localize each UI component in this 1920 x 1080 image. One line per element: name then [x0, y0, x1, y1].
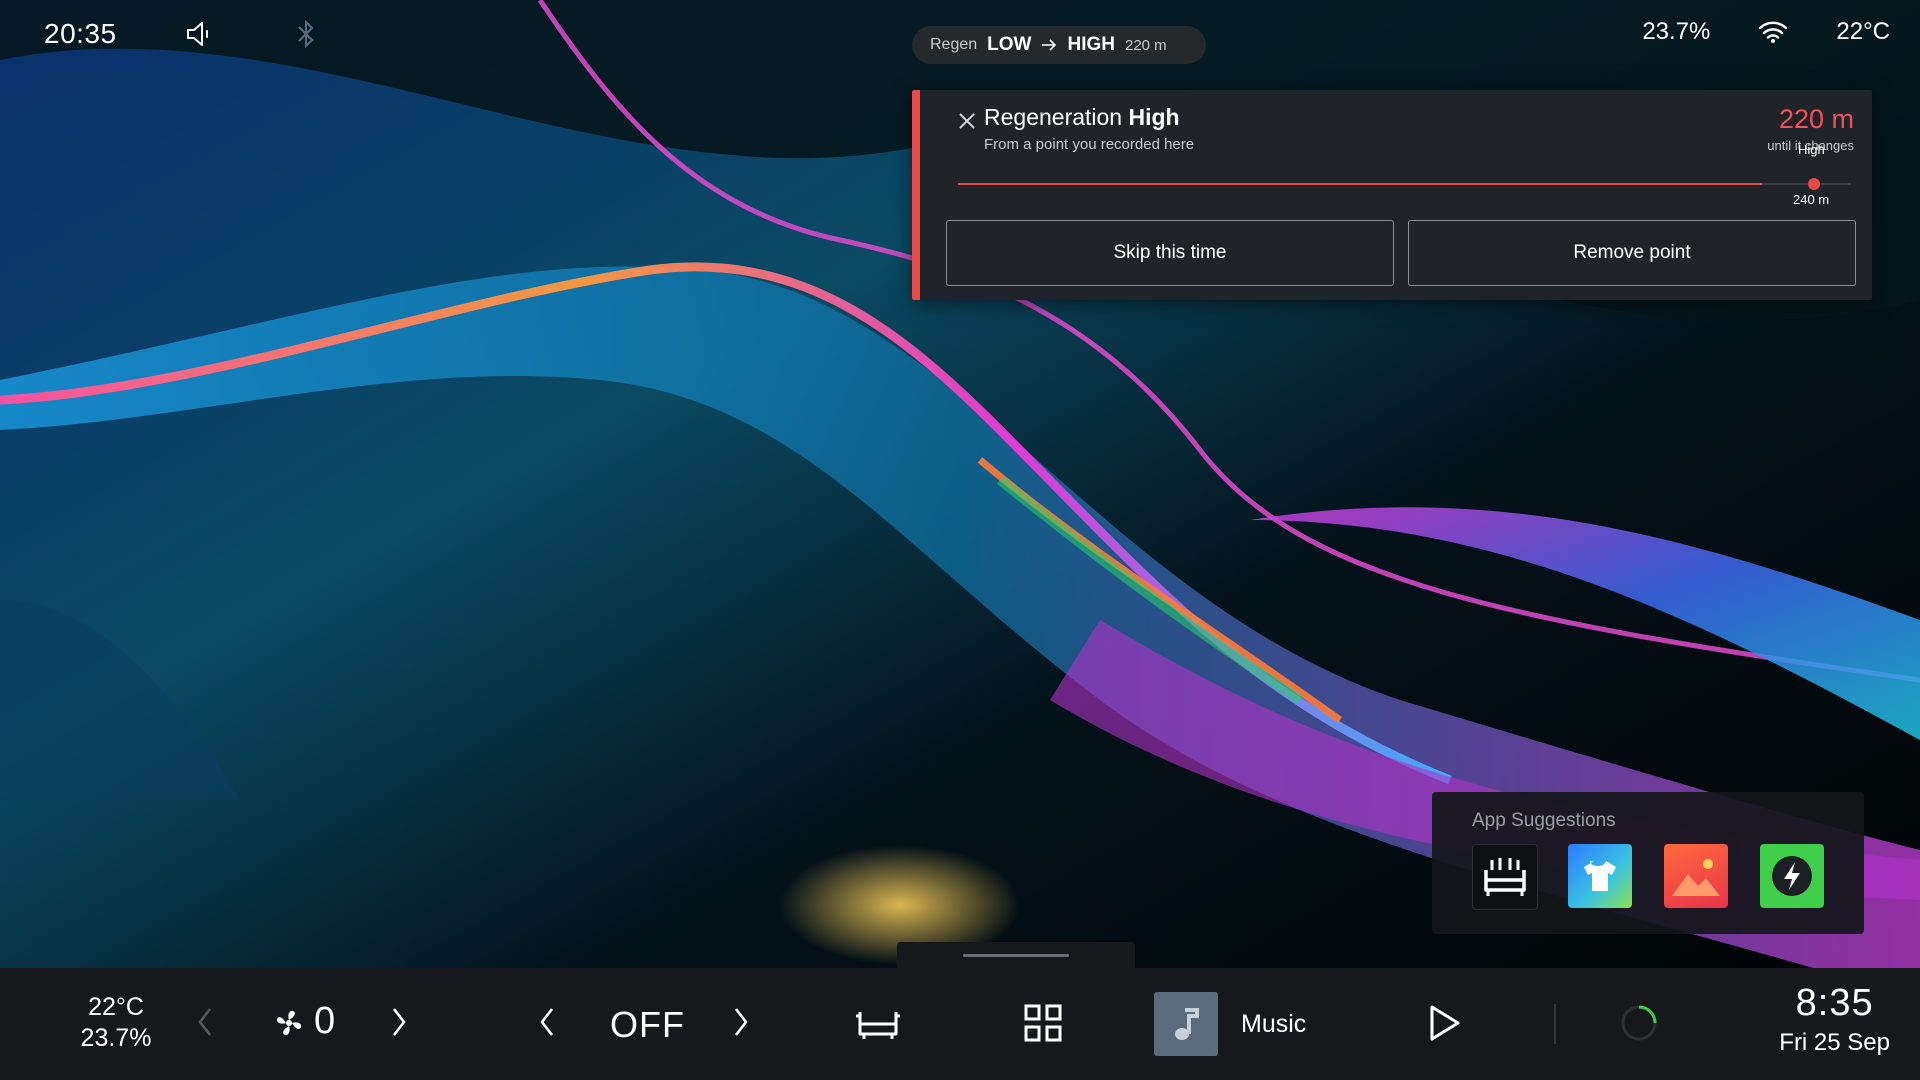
app-suggestions-label: App Suggestions — [1472, 810, 1616, 831]
charging-app-icon[interactable] — [1760, 844, 1824, 908]
music-album-art[interactable] — [1154, 992, 1218, 1056]
regen-pill-from: LOW — [987, 34, 1032, 55]
app-grid-icon[interactable] — [1024, 1004, 1062, 1042]
dock-handle[interactable] — [897, 942, 1135, 970]
regen-pill-to: HIGH — [1067, 34, 1115, 55]
dock-clock-date: Fri 25 Sep — [1779, 1029, 1890, 1056]
fan-icon — [274, 1008, 304, 1038]
dock-clock-time: 8:35 — [1795, 982, 1874, 1024]
marker-distance: 240 m — [1793, 192, 1830, 207]
fan-decrease-chevron-icon[interactable] — [196, 1006, 214, 1038]
mode-next-chevron-icon[interactable] — [732, 1006, 750, 1038]
status-humidity: 23.7% — [1642, 18, 1711, 45]
cabin-humidity: 23.7% — [80, 1024, 152, 1052]
marker-dot — [1808, 178, 1820, 190]
notification-distance: 220 m — [1778, 104, 1854, 134]
regen-pill-distance: 220 m — [1124, 36, 1167, 54]
status-bar-left: 20:35 — [44, 18, 318, 50]
fan-speed: 0 — [314, 1000, 336, 1042]
wifi-icon[interactable] — [1758, 20, 1788, 44]
loading-spinner-icon — [1620, 1004, 1658, 1042]
regen-pill[interactable]: Regen LOW HIGH 220 m — [912, 26, 1206, 64]
fan-increase-chevron-icon[interactable] — [390, 1006, 408, 1038]
skip-button[interactable]: Skip this time — [946, 220, 1394, 286]
car-seat-app-icon[interactable] — [1472, 844, 1538, 910]
close-icon[interactable] — [954, 108, 980, 134]
music-label[interactable]: Music — [1241, 1010, 1306, 1039]
photos-app-icon[interactable] — [1664, 844, 1728, 908]
bluetooth-icon[interactable] — [294, 18, 318, 50]
speaker-muted-icon[interactable] — [184, 18, 294, 50]
play-icon[interactable] — [1428, 1004, 1462, 1042]
cabin-temperature: 22°C — [88, 993, 144, 1021]
marker-label: High — [1798, 142, 1825, 157]
distance-progress-bar — [958, 183, 1851, 185]
status-bar-right: 23.7% 22°C — [1642, 18, 1890, 46]
remove-point-button[interactable]: Remove point — [1408, 220, 1856, 286]
status-clock: 20:35 — [44, 18, 117, 49]
dock-divider — [1554, 1004, 1556, 1044]
cabin-climate-readout[interactable]: 22°C 23.7% — [70, 992, 162, 1054]
mode-prev-chevron-icon[interactable] — [538, 1006, 556, 1038]
notification-title-prefix: Regeneration — [984, 104, 1123, 130]
arrow-right-icon — [1041, 39, 1057, 51]
dock-handle-bar — [963, 954, 1069, 957]
notification-title-bold: High — [1128, 104, 1180, 130]
dock-clock: 8:35 Fri 25 Sep — [1779, 982, 1890, 1057]
seat-icon[interactable] — [854, 1004, 902, 1042]
regen-pill-label: Regen — [930, 36, 978, 53]
status-temperature: 22°C — [1836, 18, 1890, 45]
shirt-app-icon[interactable] — [1568, 844, 1632, 908]
notification-title: Regeneration High — [984, 104, 1180, 131]
app-suggestions: App Suggestions — [1432, 792, 1864, 934]
regen-notification: Regeneration High From a point you recor… — [912, 90, 1872, 300]
climate-mode: OFF — [610, 1004, 685, 1045]
notification-subtitle: From a point you recorded here — [984, 136, 1195, 153]
distance-progress-fill — [958, 183, 1762, 185]
